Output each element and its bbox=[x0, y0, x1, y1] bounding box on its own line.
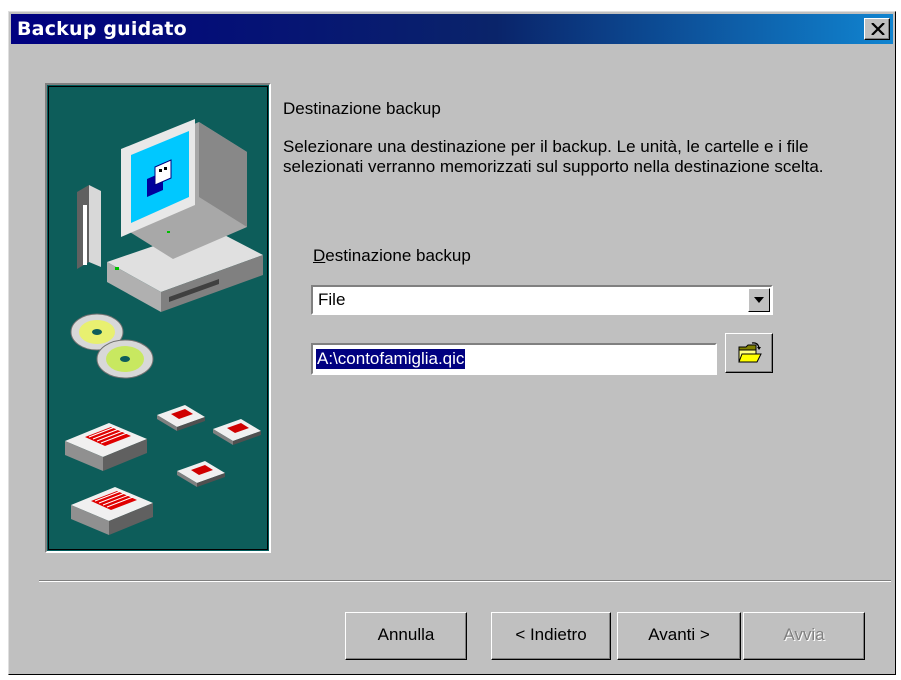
step-heading: Destinazione backup bbox=[283, 99, 441, 118]
step-description: Selezionare una destinazione per il back… bbox=[283, 137, 824, 176]
start-button[interactable]: Avvia bbox=[743, 612, 865, 660]
computer-backup-illustration bbox=[65, 119, 263, 535]
browse-button[interactable] bbox=[725, 333, 773, 373]
destination-field-label: Destinazione backup bbox=[313, 246, 471, 266]
back-button[interactable]: < Indietro bbox=[491, 612, 611, 660]
title-bar[interactable]: Backup guidato bbox=[11, 14, 893, 44]
close-button[interactable] bbox=[864, 18, 890, 40]
open-folder-icon bbox=[738, 342, 762, 363]
destination-type-value: File bbox=[318, 290, 346, 309]
cancel-button[interactable]: Annulla bbox=[345, 612, 467, 660]
backup-wizard-dialog: Backup guidato Destinazione backup Selez… bbox=[8, 11, 896, 675]
window-title: Backup guidato bbox=[17, 18, 187, 40]
next-button[interactable]: Avanti > bbox=[617, 612, 741, 660]
chevron-down-icon bbox=[754, 297, 764, 303]
destination-path-input[interactable]: A:\contofamiglia.qic bbox=[311, 343, 717, 375]
close-icon bbox=[871, 23, 885, 35]
dropdown-button[interactable] bbox=[748, 288, 770, 312]
destination-path-value: A:\contofamiglia.qic bbox=[316, 349, 466, 369]
mnemonic-letter: D bbox=[313, 246, 326, 265]
destination-type-select[interactable]: File bbox=[311, 285, 773, 315]
destination-field-label-text: estinazione backup bbox=[325, 246, 471, 265]
wizard-illustration bbox=[45, 83, 271, 553]
button-separator bbox=[39, 580, 891, 582]
